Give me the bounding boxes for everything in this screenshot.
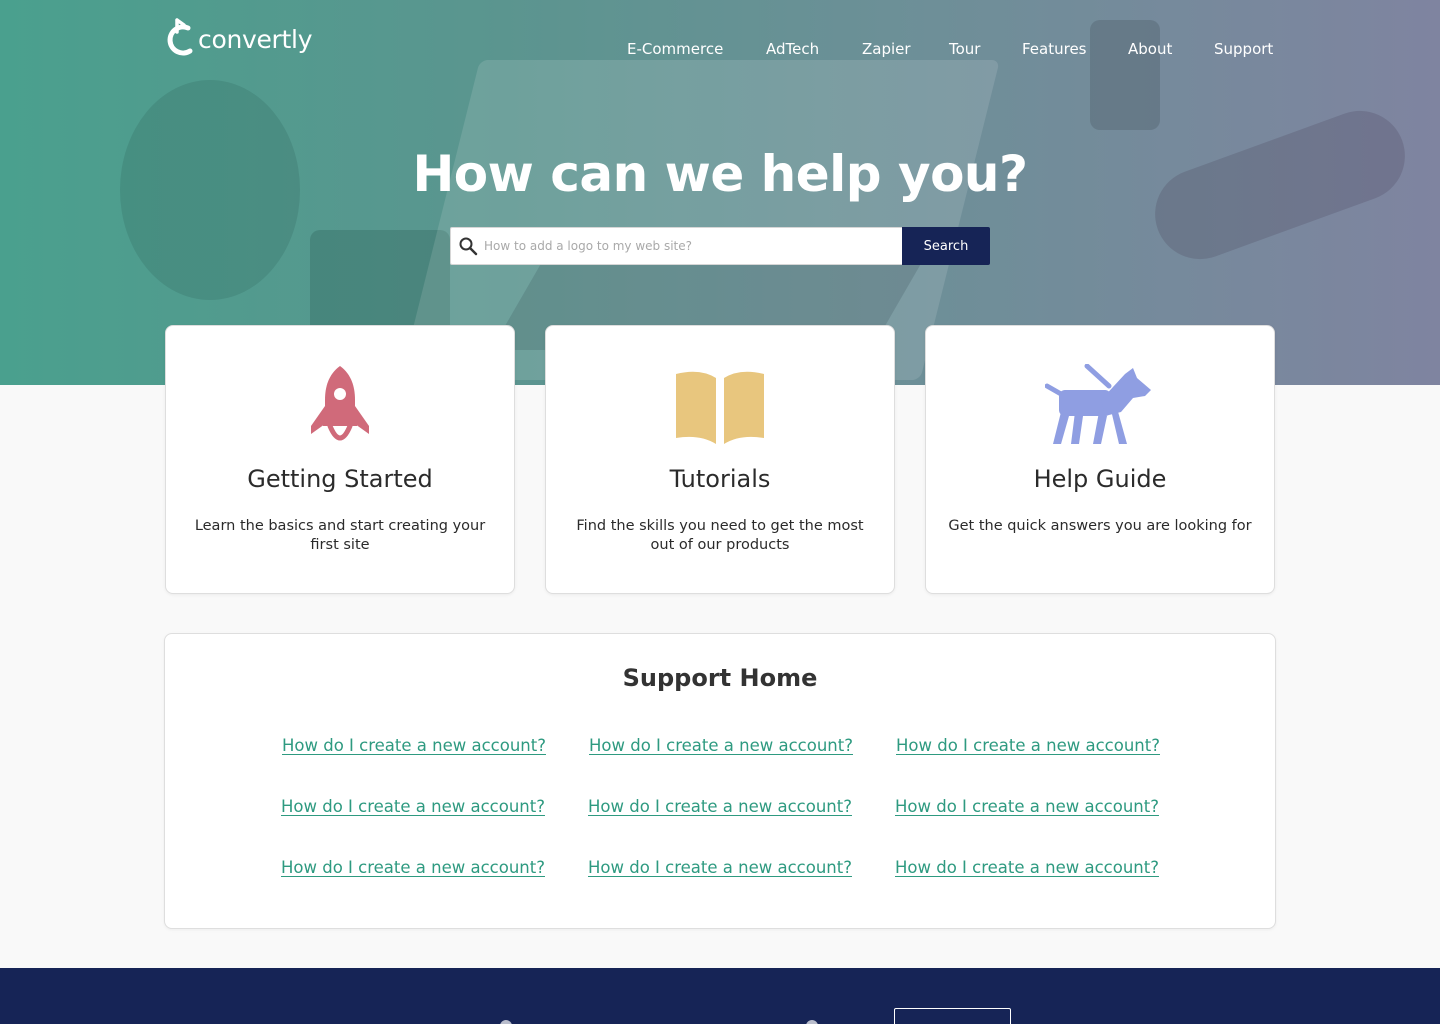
faq-link[interactable]: How do I create a new account? [264,736,564,755]
card-title: Getting Started [247,465,433,493]
footer-decoration [806,1020,818,1024]
guide-dog-icon [1045,364,1151,444]
rocket-icon [311,366,369,441]
nav-item-ecommerce[interactable]: E-Commerce [627,40,723,58]
hero-background-cup [1090,20,1160,130]
faq-link[interactable]: How do I create a new account? [570,797,870,816]
card-description: Find the skills you need to get the most… [576,518,864,553]
faq-link[interactable]: How do I create a new account? [877,797,1177,816]
page-title: How can we help you? [412,145,1028,203]
nav-item-adtech[interactable]: AdTech [766,40,819,58]
card-description: Learn the basics and start creating your… [194,518,486,553]
faq-link[interactable]: How do I create a new account? [878,736,1178,755]
search-button[interactable]: Search [902,227,990,265]
nav-item-features[interactable]: Features [1022,40,1087,58]
footer [0,968,1440,1024]
open-book-icon [676,371,764,444]
faq-link[interactable]: How do I create a new account? [263,858,563,877]
search-bar: Search [450,227,990,265]
brand-logo[interactable]: convertly [165,18,312,60]
nav-item-support[interactable]: Support [1214,40,1273,58]
faq-link[interactable]: How do I create a new account? [263,797,563,816]
card-icon-wrapper [166,364,514,448]
card-icon-wrapper [546,364,894,448]
footer-decoration [500,1020,512,1024]
card-getting-started[interactable]: Getting Started Learn the basics and sta… [165,325,515,594]
faq-link[interactable]: How do I create a new account? [877,858,1177,877]
card-icon-wrapper [926,364,1274,448]
convertly-logo-icon [167,18,193,56]
support-home-panel: Support Home How do I create a new accou… [164,633,1276,929]
brand-name: convertly [198,24,313,54]
footer-button[interactable] [894,1008,1011,1024]
card-title: Help Guide [1033,465,1167,493]
faq-link[interactable]: How do I create a new account? [571,736,871,755]
nav-item-about[interactable]: About [1128,40,1172,58]
search-field-container[interactable] [450,227,902,265]
search-icon [459,237,478,256]
card-title: Tutorials [669,465,771,493]
faq-link[interactable]: How do I create a new account? [570,858,870,877]
card-tutorials[interactable]: Tutorials Find the skills you need to ge… [545,325,895,594]
support-home-title: Support Home [622,664,818,692]
card-description: Get the quick answers you are looking fo… [948,518,1252,534]
nav-item-zapier[interactable]: Zapier [862,40,911,58]
nav-item-tour[interactable]: Tour [949,40,980,58]
card-help-guide[interactable]: Help Guide Get the quick answers you are… [925,325,1275,594]
search-input[interactable] [484,229,902,263]
